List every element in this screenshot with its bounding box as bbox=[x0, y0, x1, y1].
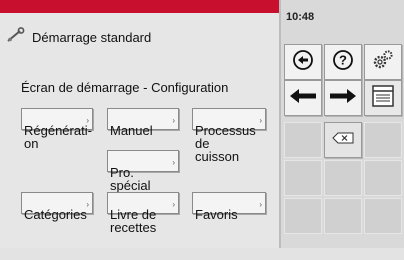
favoris-button[interactable]: Favoris › bbox=[192, 192, 266, 221]
arrow-right-icon bbox=[329, 88, 357, 109]
arrow-left-button[interactable] bbox=[284, 80, 322, 116]
help-icon: ? bbox=[332, 49, 354, 76]
processus-button[interactable]: Processus de cuisson › bbox=[192, 108, 266, 163]
help-button[interactable]: ? bbox=[324, 44, 362, 80]
clock: 10:48 bbox=[286, 11, 315, 23]
tools-icon bbox=[6, 27, 26, 48]
arrow-right-button[interactable] bbox=[324, 80, 362, 116]
categories-button[interactable]: Catégories › bbox=[21, 192, 93, 221]
pro-special-label: Pro. spécial bbox=[110, 165, 151, 193]
empty-cell bbox=[364, 160, 402, 196]
arrow-left-icon bbox=[289, 88, 317, 109]
empty-cell bbox=[364, 198, 402, 234]
categories-label: Catégories bbox=[24, 207, 87, 222]
chevron-right-icon: › bbox=[172, 200, 175, 209]
favoris-label: Favoris bbox=[195, 207, 238, 222]
page-header: Démarrage standard bbox=[6, 27, 151, 48]
chevron-right-icon: › bbox=[172, 158, 175, 167]
regeneration-button[interactable]: Régénérati- on › bbox=[21, 108, 93, 150]
regeneration-label: Régénérati- on bbox=[24, 123, 92, 151]
manuel-label: Manuel bbox=[110, 123, 153, 138]
livre-label: Livre de recettes bbox=[110, 207, 157, 235]
empty-cell bbox=[324, 198, 362, 234]
gears-icon bbox=[371, 49, 395, 76]
empty-cell bbox=[324, 160, 362, 196]
back-circle-icon bbox=[292, 49, 314, 76]
chevron-right-icon: › bbox=[259, 116, 262, 125]
chevron-right-icon: › bbox=[259, 200, 262, 209]
chevron-right-icon: › bbox=[86, 200, 89, 209]
window-icon bbox=[371, 84, 395, 113]
chevron-right-icon: › bbox=[172, 116, 175, 125]
manuel-button[interactable]: Manuel › bbox=[107, 108, 179, 137]
pro-special-button[interactable]: Pro. spécial › bbox=[107, 150, 179, 192]
processus-label: Processus de cuisson bbox=[195, 123, 256, 164]
empty-cell bbox=[284, 160, 322, 196]
backspace-icon bbox=[332, 131, 354, 149]
window-button[interactable] bbox=[364, 80, 402, 116]
status-bar bbox=[0, 0, 279, 13]
empty-cell bbox=[364, 122, 402, 158]
page-title: Démarrage standard bbox=[32, 30, 152, 45]
livre-button[interactable]: Livre de recettes › bbox=[107, 192, 179, 234]
settings-button[interactable] bbox=[364, 44, 402, 80]
screen-subtitle: Écran de démarrage - Configuration bbox=[21, 80, 229, 95]
chevron-right-icon: › bbox=[86, 116, 89, 125]
empty-cell bbox=[284, 122, 322, 158]
back-button[interactable] bbox=[284, 44, 322, 80]
empty-cell bbox=[284, 198, 322, 234]
svg-text:?: ? bbox=[339, 52, 347, 67]
backspace-button[interactable] bbox=[324, 122, 362, 158]
